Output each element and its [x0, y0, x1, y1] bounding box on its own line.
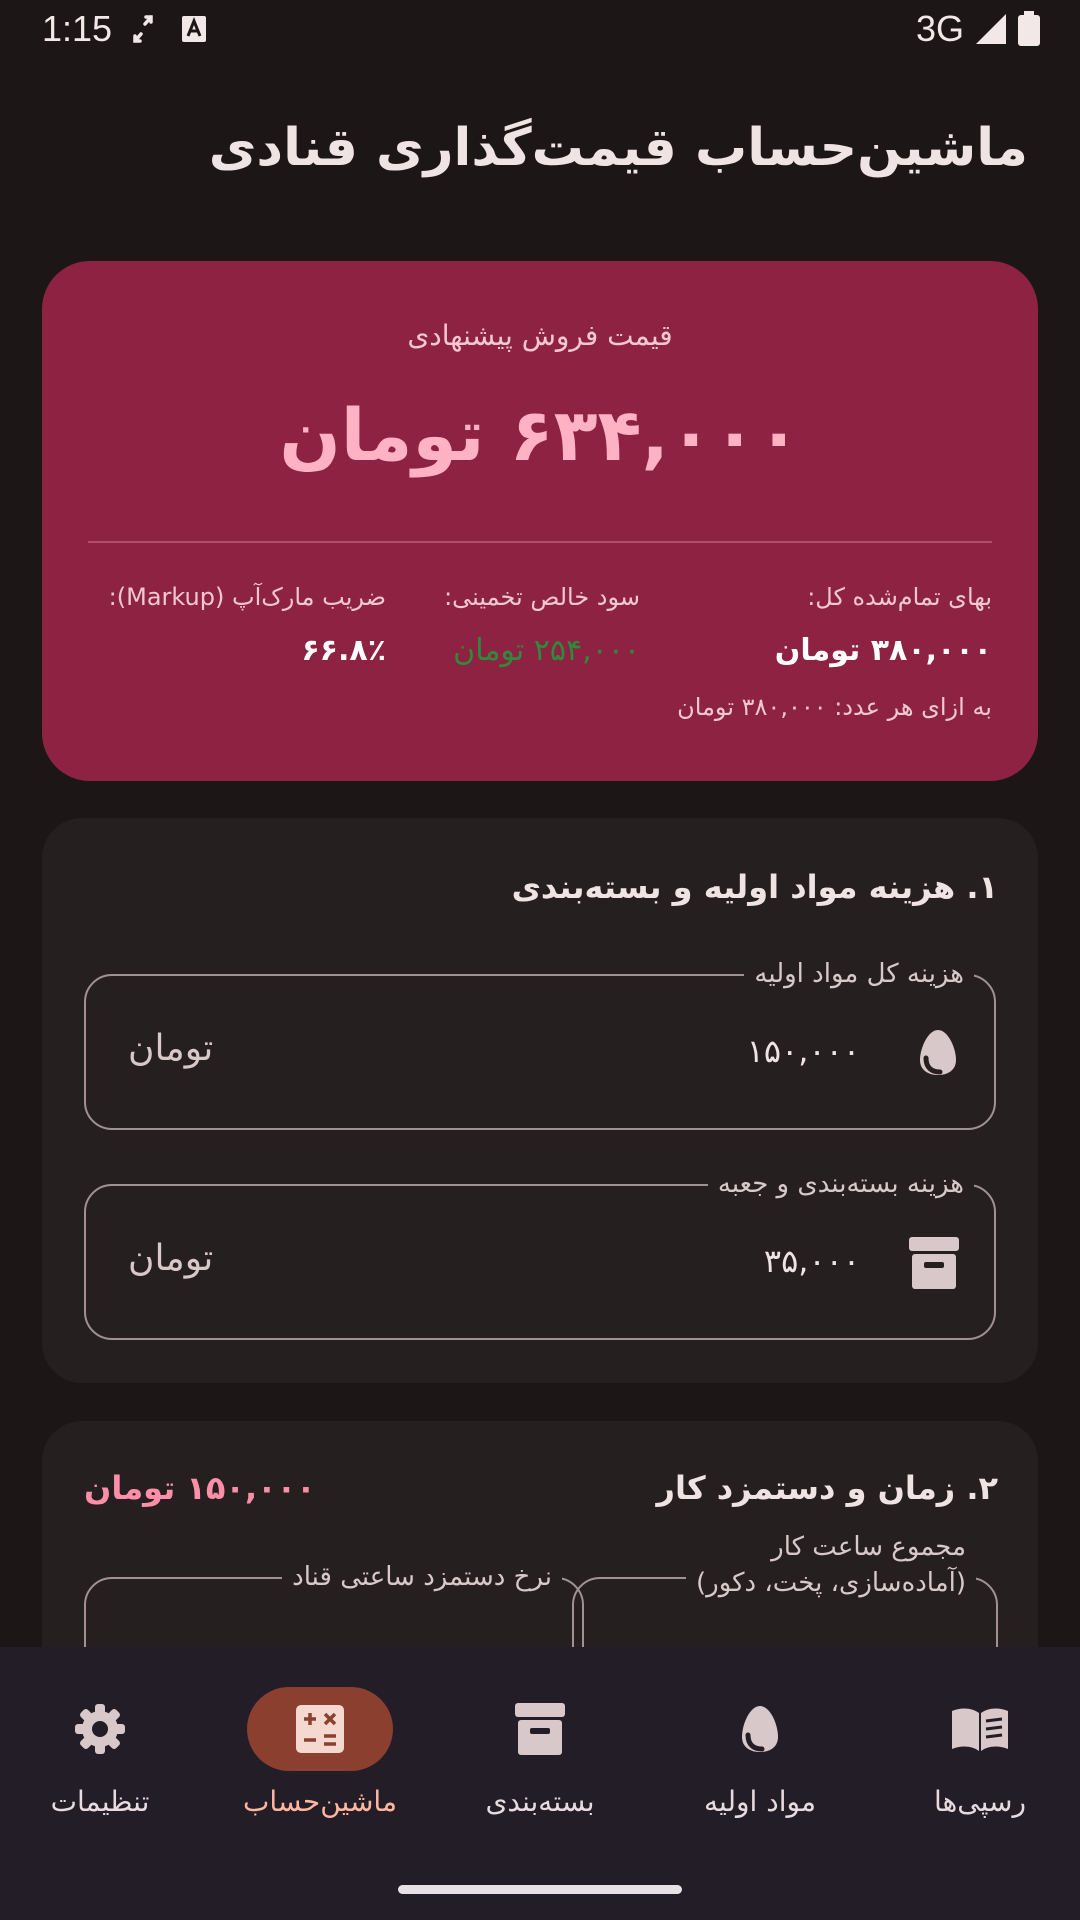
archive-box-icon [909, 1237, 959, 1289]
labor-total-value: ۱۵۰,۰۰۰ تومان [84, 1469, 316, 1507]
gear-icon [75, 1704, 125, 1754]
work-hours-label-line1: مجموع ساعت کار [771, 1532, 966, 1562]
profit-value: ۲۵۴,۰۰۰ تومان [453, 633, 640, 668]
page-title: ماشین‌حساب قیمت‌گذاری قنادی [208, 118, 1028, 178]
materials-section: ۱. هزینه مواد اولیه و بسته‌بندی هزینه کل… [42, 818, 1038, 1383]
nav-active-indicator [247, 1687, 393, 1771]
total-cost-value: ۳۸۰,۰۰۰ تومان [774, 633, 992, 668]
packaging-cost-label: هزینه بسته‌بندی و جعبه [707, 1166, 974, 1202]
markup-label: ضریب مارک‌آپ (Markup): [108, 583, 386, 611]
nav-label-settings: تنظیمات [50, 1785, 150, 1818]
bottom-navigation: رسپی‌ها مواد اولیه بسته‌بندی [0, 1647, 1080, 1920]
nav-item-packaging[interactable]: بسته‌بندی [440, 1687, 640, 1818]
nav-item-settings[interactable]: تنظیمات [0, 1687, 200, 1818]
packaging-currency-suffix: تومان [128, 1238, 214, 1279]
egg-icon [742, 1706, 778, 1752]
packaging-cost-value[interactable]: ۳۵,۰۰۰ [764, 1242, 860, 1280]
ingredients-cost-label: هزینه کل مواد اولیه [744, 956, 974, 992]
per-unit-cost: به ازای هر عدد: ۳۸۰,۰۰۰ تومان [677, 693, 992, 721]
summary-divider [88, 541, 992, 543]
recipe-book-icon [952, 1708, 1008, 1751]
network-type: 3G [915, 8, 964, 49]
ingredients-cost-value[interactable]: ۱۵۰,۰۰۰ [747, 1032, 860, 1070]
sync-arrows-icon [133, 15, 153, 43]
egg-icon [920, 1030, 956, 1075]
markup-value: ۶۶.۸٪ [301, 633, 386, 668]
ingredients-cost-field[interactable]: هزینه کل مواد اولیه ۱۵۰,۰۰۰ تومان [84, 956, 996, 1130]
hourly-rate-label: نرخ دستمزد ساعتی قناد [282, 1559, 562, 1595]
total-cost-label: بهای تمام‌شده کل: [807, 583, 992, 611]
calculator-icon [296, 1705, 344, 1753]
labor-section-title: ۲. زمان و دستمزد کار [656, 1469, 998, 1507]
nav-label-packaging: بسته‌بندی [485, 1785, 595, 1818]
suggested-price-value: ۶۳۴,۰۰۰ تومان [279, 393, 801, 477]
battery-icon [1018, 11, 1040, 46]
work-hours-label: مجموع ساعت کار (آماده‌سازی، پخت، دکور) [686, 1529, 976, 1601]
nav-item-recipes[interactable]: رسپی‌ها [880, 1687, 1080, 1818]
packaging-cost-field[interactable]: هزینه بسته‌بندی و جعبه ۳۵,۰۰۰ تومان [84, 1166, 996, 1340]
status-time: 1:15 [42, 8, 113, 49]
nav-item-ingredients[interactable]: مواد اولیه [660, 1687, 860, 1818]
ingredients-currency-suffix: تومان [128, 1028, 214, 1069]
nav-label-calculator: ماشین‌حساب [243, 1785, 397, 1818]
work-hours-label-line2: (آماده‌سازی، پخت، دکور) [696, 1568, 966, 1598]
price-summary-card: قیمت فروش پیشنهادی ۶۳۴,۰۰۰ تومان بهای تم… [42, 261, 1038, 781]
keyboard-a-icon [182, 16, 206, 42]
markup-stat: ضریب مارک‌آپ (Markup): ۶۶.۸٪ [109, 583, 386, 668]
status-notification-icons [132, 14, 208, 44]
status-system-icons: 3G [916, 8, 1042, 50]
status-bar: 1:15 3G [0, 0, 1080, 62]
nav-label-recipes: رسپی‌ها [933, 1785, 1027, 1818]
nav-item-calculator[interactable]: ماشین‌حساب [220, 1687, 420, 1818]
suggested-price-label: قیمت فروش پیشنهادی [407, 319, 673, 352]
total-cost-stat: بهای تمام‌شده کل: ۳۸۰,۰۰۰ تومان [775, 583, 992, 668]
profit-stat: سود خالص تخمینی: ۲۵۴,۰۰۰ تومان [444, 583, 640, 668]
home-indicator[interactable] [398, 1885, 682, 1894]
materials-section-title: ۱. هزینه مواد اولیه و بسته‌بندی [511, 868, 998, 906]
archive-box-icon [515, 1703, 565, 1755]
profit-label: سود خالص تخمینی: [444, 583, 640, 611]
nav-label-ingredients: مواد اولیه [704, 1785, 816, 1818]
signal-icon [976, 14, 1006, 44]
